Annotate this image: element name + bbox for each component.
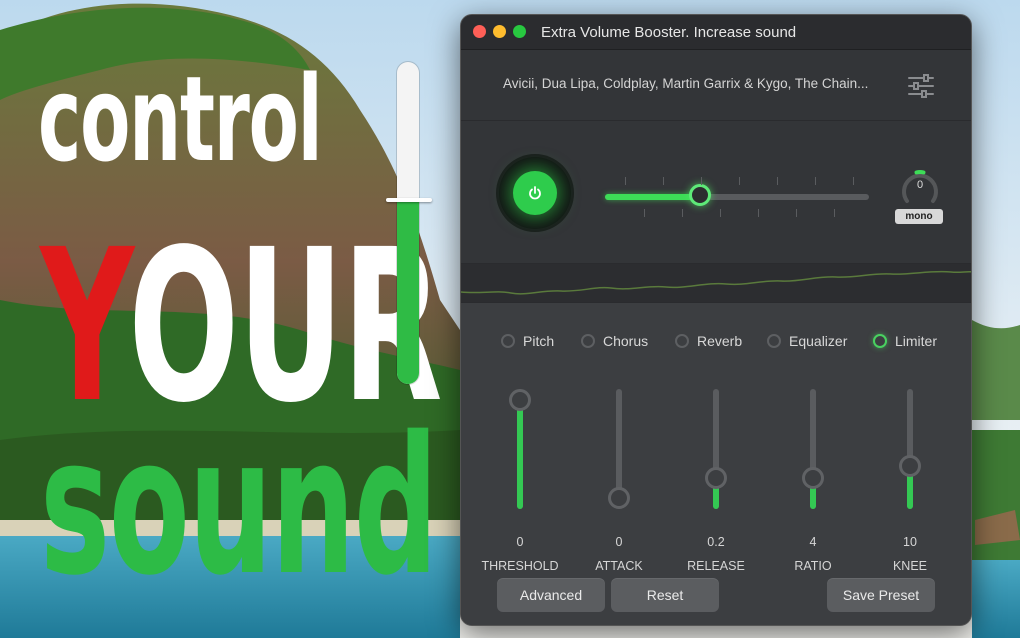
promo-headline-control: control — [38, 50, 323, 188]
ratio-slider[interactable] — [793, 389, 833, 517]
volume-tick — [739, 177, 740, 185]
radio-pitch[interactable]: Pitch — [501, 333, 554, 349]
slider-fill — [517, 400, 523, 509]
ratio-label: RATIO — [794, 559, 832, 573]
volume-tick — [796, 209, 797, 217]
close-button[interactable] — [473, 25, 486, 38]
radio-label: Pitch — [523, 333, 555, 349]
promo-volume-track — [397, 62, 419, 384]
volume-tick — [853, 177, 854, 185]
knob-value: 0 — [916, 179, 924, 191]
track-title: Avicii, Dua Lipa, Coldplay, Martin Garri… — [503, 76, 869, 91]
slider-thumb[interactable] — [802, 467, 824, 489]
radio-limiter[interactable]: Limiter — [873, 333, 937, 349]
promo-volume-fill — [397, 200, 419, 384]
knee-value: 10 — [903, 535, 917, 549]
attack-value: 0 — [615, 535, 623, 549]
main-controls: 0 mono — [461, 121, 971, 263]
radio-dot — [581, 334, 595, 348]
radio-dot — [873, 334, 887, 348]
effects-panel: Pitch Chorus Reverb Equalizer Limiter 0 … — [461, 303, 971, 625]
release-slider[interactable] — [696, 389, 736, 517]
zoom-button[interactable] — [513, 25, 526, 38]
radio-reverb[interactable]: Reverb — [675, 333, 742, 349]
app-window: Extra Volume Booster. Increase sound Avi… — [460, 14, 972, 626]
volume-tick — [815, 177, 816, 185]
power-indicator — [513, 171, 557, 215]
radio-dot — [767, 334, 781, 348]
volume-thumb[interactable] — [689, 184, 711, 206]
radio-label: Limiter — [895, 333, 938, 349]
knee-slider[interactable] — [890, 389, 930, 517]
volume-tick — [625, 177, 626, 185]
now-playing-bar: Avicii, Dua Lipa, Coldplay, Martin Garri… — [461, 50, 971, 121]
window-title: Extra Volume Booster. Increase sound — [541, 24, 797, 41]
slider-thumb[interactable] — [509, 389, 531, 411]
radio-chorus[interactable]: Chorus — [581, 333, 648, 349]
reset-button[interactable]: Reset — [611, 578, 719, 612]
release-value: 0.2 — [707, 535, 725, 549]
slider-thumb[interactable] — [608, 487, 630, 509]
power-icon — [529, 186, 541, 200]
knee-label: KNEE — [892, 559, 928, 573]
radio-dot — [675, 334, 689, 348]
threshold-slider[interactable] — [500, 389, 540, 517]
volume-slider[interactable] — [605, 177, 869, 217]
threshold-value: 0 — [516, 535, 524, 549]
release-label: RELEASE — [687, 559, 745, 573]
volume-tick — [701, 177, 702, 185]
advanced-button[interactable]: Advanced — [497, 578, 605, 612]
save-preset-button[interactable]: Save Preset — [827, 578, 935, 612]
volume-tick — [720, 209, 721, 217]
radio-equalizer[interactable]: Equalizer — [767, 333, 847, 349]
effect-selector: Pitch Chorus Reverb Equalizer Limiter — [501, 333, 951, 357]
minimize-button[interactable] — [493, 25, 506, 38]
attack-slider[interactable] — [599, 389, 639, 517]
slider-thumb[interactable] — [899, 455, 921, 477]
volume-tick — [834, 209, 835, 217]
radio-label: Chorus — [603, 333, 649, 349]
mono-toggle[interactable]: mono — [895, 209, 943, 224]
threshold-label: THRESHOLD — [481, 559, 559, 573]
title-bar: Extra Volume Booster. Increase sound — [461, 15, 971, 50]
volume-tick — [663, 177, 664, 185]
ratio-value: 4 — [809, 535, 817, 549]
volume-tick — [777, 177, 778, 185]
promo-volume-thumb — [386, 198, 432, 202]
volume-fill — [605, 194, 700, 200]
radio-label: Equalizer — [789, 333, 848, 349]
sliders-settings-icon[interactable] — [907, 74, 935, 98]
volume-tick — [644, 209, 645, 217]
volume-tick — [682, 209, 683, 217]
radio-dot — [501, 334, 515, 348]
promo-volume-slider — [386, 62, 432, 392]
waveform-display — [461, 263, 971, 303]
radio-label: Reverb — [697, 333, 743, 349]
volume-tick — [758, 209, 759, 217]
attack-label: ATTACK — [595, 559, 643, 573]
promo-headline-sound: sound — [40, 396, 438, 617]
waveform-line — [461, 270, 971, 295]
power-button[interactable] — [499, 157, 571, 229]
slider-thumb[interactable] — [705, 467, 727, 489]
